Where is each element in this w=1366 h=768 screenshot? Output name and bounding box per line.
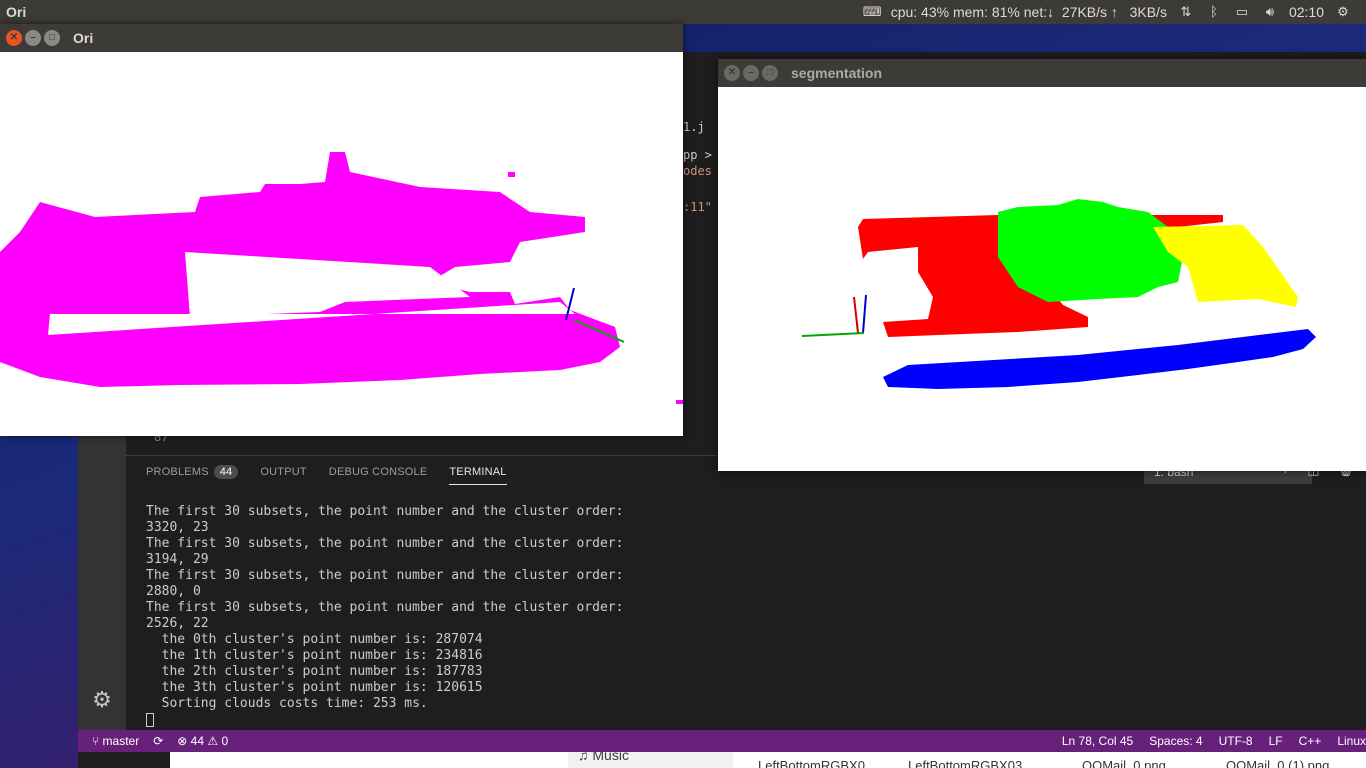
bluetooth-icon[interactable]: ᛒ	[1205, 5, 1223, 19]
terminal-line: Sorting clouds costs time: 253 ms.	[146, 696, 428, 711]
manage-gear-icon[interactable]: ⚙	[90, 688, 114, 712]
file-item[interactable]: QQMail_0.png	[1082, 758, 1166, 768]
segmentation-window: ✕ – □ segmentation	[718, 59, 1366, 471]
editor-text: odes	[683, 164, 712, 178]
branch-name: master	[102, 734, 140, 748]
git-branch-icon: ⑂	[92, 734, 100, 748]
indentation[interactable]: Spaces: 4	[1149, 734, 1202, 748]
cluster-green	[998, 199, 1183, 302]
terminal-line: the 3th cluster's point number is: 12061…	[146, 680, 483, 695]
keyboard-icon[interactable]: ⌨	[863, 5, 882, 19]
maximize-icon[interactable]: □	[44, 30, 60, 46]
editor-visible-strip: 1.j pp > D odes :11"	[683, 52, 718, 262]
status-bar: ⑂ master ⟳ ⊗ 44 ⚠ 0 Ln 78, Col 45 Spaces…	[78, 730, 1366, 752]
tab-terminal-label: TERMINAL	[449, 465, 507, 478]
window-title: segmentation	[791, 65, 883, 81]
desktop: Ori ⌨ cpu: 43% mem: 81% net:↓ 27KB/s ↑ 3…	[0, 0, 1366, 768]
file-manager-strip: ♫ Music LeftBottomRGBX0 LeftBottomRGBX03…	[170, 752, 1366, 768]
minimize-icon[interactable]: –	[743, 65, 759, 81]
sidebar-item-music-label: Music	[592, 752, 629, 763]
terminal-line: The first 30 subsets, the point number a…	[146, 536, 624, 551]
minimize-icon[interactable]: –	[25, 30, 41, 46]
volume-icon[interactable]: 🔊︎	[1261, 5, 1279, 19]
terminal-line: the 2th cluster's point number is: 18778…	[146, 664, 483, 679]
terminal-line: 3320, 23	[146, 520, 209, 535]
segmentation-view[interactable]	[718, 87, 1366, 471]
power-gear-icon[interactable]: ⚙	[1334, 5, 1352, 19]
axis-z	[862, 294, 867, 334]
editor-text: 1.j	[683, 120, 705, 134]
network-arrows-icon[interactable]: ⇅	[1177, 5, 1195, 19]
music-icon: ♫	[578, 752, 589, 763]
breadcrumb[interactable]: pp > D	[683, 148, 718, 162]
top-panel: Ori ⌨ cpu: 43% mem: 81% net:↓ 27KB/s ↑ 3…	[0, 0, 1366, 24]
platform[interactable]: Linux	[1337, 734, 1366, 748]
terminal-line: 2526, 22	[146, 616, 209, 631]
problems-indicator[interactable]: ⊗ 44 ⚠ 0	[177, 734, 228, 748]
file-item[interactable]: QQMail_0 (1).png	[1226, 758, 1329, 768]
sync-icon[interactable]: ⟳	[153, 734, 163, 748]
cluster-blue	[883, 329, 1316, 389]
tab-debug-label: DEBUG CONSOLE	[328, 466, 428, 478]
file-item[interactable]: LeftBottomRGBX0	[758, 758, 865, 768]
battery-icon[interactable]: ▭	[1233, 5, 1251, 19]
cursor-position[interactable]: Ln 78, Col 45	[1062, 734, 1133, 748]
terminal-line: 2880, 0	[146, 584, 201, 599]
window-title: Ori	[73, 30, 94, 46]
terminal-cursor	[146, 712, 623, 728]
terminal-line: the 0th cluster's point number is: 28707…	[146, 632, 483, 647]
close-icon[interactable]: ✕	[6, 30, 22, 46]
terminal-line: the 1th cluster's point number is: 23481…	[146, 648, 483, 663]
terminal-line: 3194, 29	[146, 552, 209, 567]
panel-tabs: PROBLEMS 44 OUTPUT DEBUG CONSOLE TERMINA…	[146, 462, 529, 485]
ori-titlebar[interactable]: ✕ – □ Ori	[0, 24, 683, 52]
tab-output[interactable]: OUTPUT	[260, 462, 306, 485]
point-cloud-view[interactable]	[0, 52, 683, 436]
axis-x	[801, 332, 865, 337]
system-monitor-indicator[interactable]: cpu: 43% mem: 81% net:↓ 27KB/s ↑ 3KB/s	[891, 4, 1167, 20]
tab-debug-console[interactable]: DEBUG CONSOLE	[329, 462, 428, 485]
editor-text: :11"	[683, 200, 712, 214]
axis-y	[853, 296, 859, 334]
close-icon[interactable]: ✕	[724, 65, 740, 81]
clock[interactable]: 02:10	[1289, 4, 1324, 20]
terminal-line: The first 30 subsets, the point number a…	[146, 568, 624, 583]
tab-problems-label: PROBLEMS	[146, 466, 209, 478]
terminal-output[interactable]: The first 30 subsets, the point number a…	[146, 504, 623, 728]
terminal-line: The first 30 subsets, the point number a…	[146, 600, 624, 615]
branch-indicator[interactable]: ⑂ master	[92, 734, 139, 748]
terminal-line: The first 30 subsets, the point number a…	[146, 504, 624, 519]
tab-terminal[interactable]: TERMINAL	[449, 462, 507, 485]
language-mode[interactable]: C++	[1299, 734, 1322, 748]
segmentation-titlebar[interactable]: ✕ – □ segmentation	[718, 59, 1366, 87]
file-item[interactable]: LeftBottomRGBX03	[908, 758, 1022, 768]
tab-problems[interactable]: PROBLEMS 44	[146, 462, 239, 485]
maximize-icon[interactable]: □	[762, 65, 778, 81]
tab-output-label: OUTPUT	[260, 466, 307, 478]
end-of-line[interactable]: LF	[1269, 734, 1283, 748]
problems-count-badge: 44	[213, 465, 239, 479]
encoding[interactable]: UTF-8	[1219, 734, 1253, 748]
sidebar-item-music[interactable]: ♫ Music	[568, 752, 733, 768]
indicator-area: ⌨ cpu: 43% mem: 81% net:↓ 27KB/s ↑ 3KB/s…	[863, 0, 1366, 24]
active-app-name: Ori	[6, 4, 27, 20]
ori-window: ✕ – □ Ori	[0, 24, 683, 436]
bottom-panel: PROBLEMS 44 OUTPUT DEBUG CONSOLE TERMINA…	[126, 455, 1366, 730]
